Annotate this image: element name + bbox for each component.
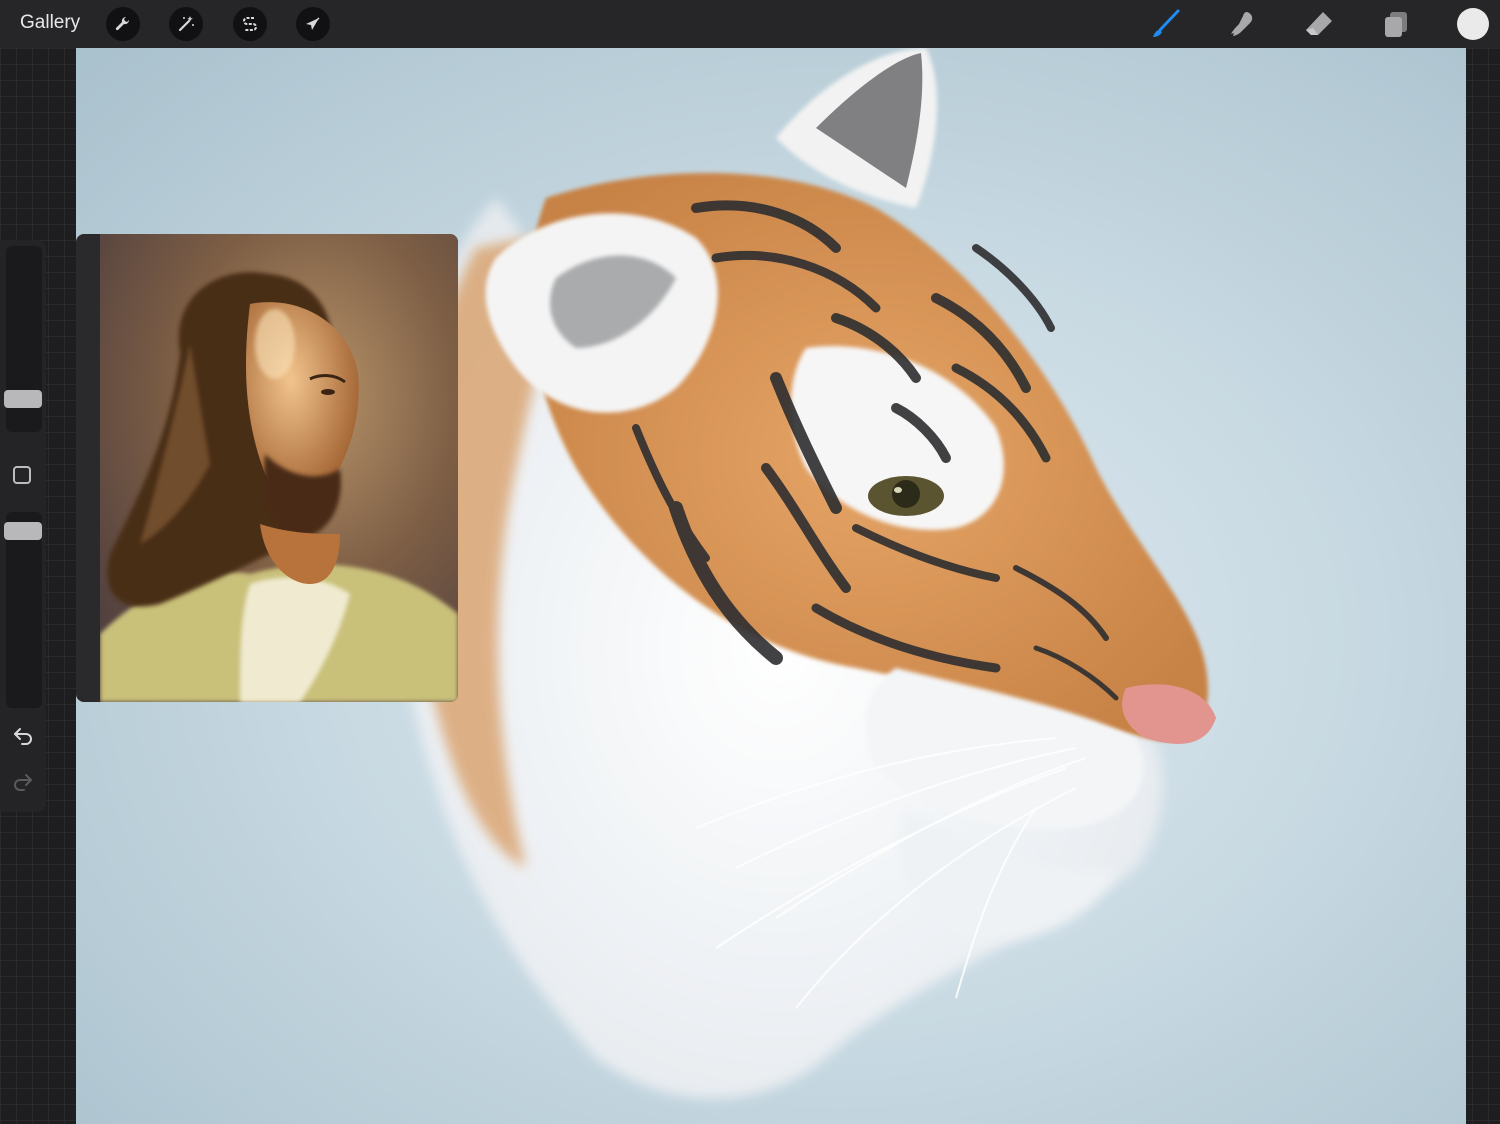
selection-button[interactable] <box>233 7 267 41</box>
transform-button[interactable] <box>296 7 330 41</box>
brush-size-slider[interactable] <box>4 246 42 432</box>
layers-button[interactable] <box>1380 8 1412 40</box>
actions-button[interactable] <box>106 7 140 41</box>
modify-button[interactable] <box>13 466 31 484</box>
top-toolbar: Gallery <box>0 0 1500 48</box>
reference-window[interactable] <box>76 234 458 702</box>
adjustments-button[interactable] <box>169 7 203 41</box>
opacity-slider[interactable] <box>4 512 42 708</box>
brush-tool-button[interactable] <box>1150 8 1182 40</box>
eraser-tool-button[interactable] <box>1303 8 1335 40</box>
arrow-cursor-icon <box>306 17 320 30</box>
selection-s-icon <box>243 17 257 31</box>
undo-icon[interactable] <box>12 724 34 746</box>
magic-wand-icon <box>178 16 194 32</box>
eraser-icon <box>1306 12 1332 35</box>
smudge-tool-button[interactable] <box>1227 8 1259 40</box>
reference-portrait-image <box>100 234 458 702</box>
wrench-icon <box>115 16 130 31</box>
brush-icon <box>1153 9 1180 37</box>
opacity-thumb[interactable] <box>4 522 42 540</box>
gallery-button[interactable]: Gallery <box>20 12 80 34</box>
redo-icon[interactable] <box>12 770 34 792</box>
layers-icon <box>1385 12 1407 37</box>
brush-size-thumb[interactable] <box>4 390 42 408</box>
color-picker-button[interactable] <box>1457 8 1489 40</box>
left-sidebar <box>0 240 46 812</box>
smudge-icon <box>1231 12 1253 36</box>
